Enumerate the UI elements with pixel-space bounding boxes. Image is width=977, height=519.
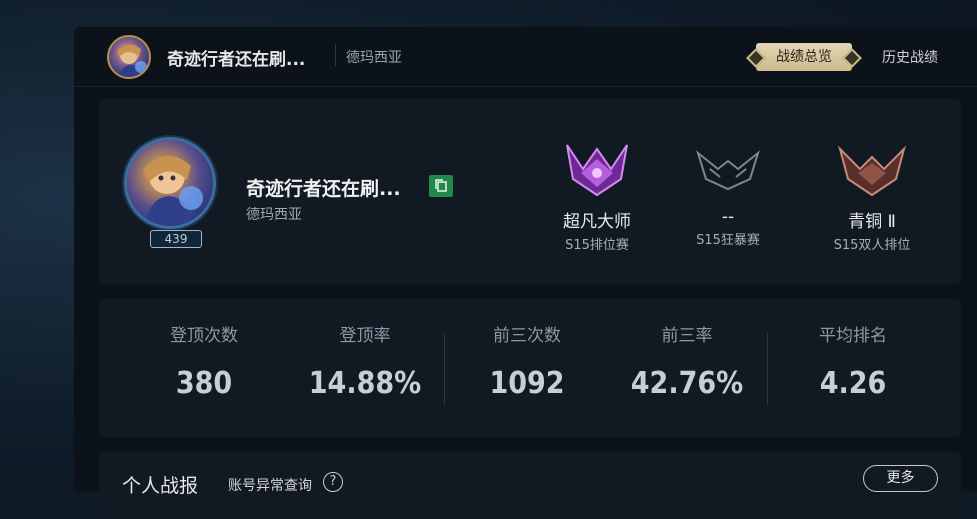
account-check-link[interactable]: 账号异常查询 bbox=[228, 475, 312, 495]
rank-solo-mode: S15排位赛 bbox=[565, 238, 629, 253]
bronze-emblem-icon bbox=[838, 145, 906, 197]
stat-divider bbox=[444, 333, 445, 405]
stat-value: 4.26 bbox=[819, 366, 887, 401]
profile-name: 奇迹行者还在刷... bbox=[246, 178, 401, 200]
report-title: 个人战报 bbox=[122, 475, 199, 497]
stat-value: 14.88% bbox=[308, 366, 422, 401]
stat-label: 前三率 bbox=[661, 326, 713, 346]
stat-top3-rate: 前三率 42.76% bbox=[617, 321, 757, 401]
stat-label: 登顶率 bbox=[339, 326, 391, 346]
stat-top3-count: 前三次数 1092 bbox=[457, 321, 597, 401]
rank-arena: -- S15狂暴赛 bbox=[668, 139, 788, 248]
rank-solo: 超凡大师 S15排位赛 bbox=[537, 139, 657, 253]
header-server: 德玛西亚 bbox=[346, 50, 402, 66]
profile-avatar[interactable] bbox=[124, 137, 216, 229]
report-card: 个人战报 账号异常查询 ? 更多 bbox=[99, 452, 961, 519]
stat-label: 登顶次数 bbox=[170, 326, 238, 346]
header-avatar[interactable] bbox=[107, 35, 151, 79]
tab-history[interactable]: 历史战绩 bbox=[882, 47, 938, 67]
stats-panel: 奇迹行者还在刷... 德玛西亚 战绩总览 历史战绩 439 奇迹行者还在刷...… bbox=[74, 27, 977, 519]
profile-server: 德玛西亚 bbox=[246, 207, 302, 223]
rank-solo-tier: 超凡大师 bbox=[563, 212, 631, 232]
stat-value: 42.76% bbox=[630, 366, 744, 401]
profile-card: 439 奇迹行者还在刷... 德玛西亚 超凡大师 S15排位赛 -- S15狂暴… bbox=[99, 99, 961, 284]
stat-label: 前三次数 bbox=[493, 326, 561, 346]
stats-card: 登顶次数 380 登顶率 14.88% 前三次数 1092 前三率 42.76%… bbox=[99, 299, 961, 437]
panel-header: 奇迹行者还在刷... 德玛西亚 战绩总览 历史战绩 bbox=[74, 27, 977, 87]
rank-duo-tier: 青铜 Ⅱ bbox=[848, 212, 896, 232]
copy-icon bbox=[435, 179, 447, 192]
header-summoner-name: 奇迹行者还在刷... bbox=[167, 50, 306, 70]
champion-portrait-icon bbox=[143, 155, 203, 226]
master-emblem-icon bbox=[566, 144, 628, 197]
stat-top1-rate: 登顶率 14.88% bbox=[295, 321, 435, 401]
rank-arena-tier: -- bbox=[721, 207, 735, 227]
more-button[interactable]: 更多 bbox=[863, 465, 938, 492]
help-icon[interactable]: ? bbox=[323, 472, 343, 492]
stat-label: 平均排名 bbox=[819, 326, 887, 346]
copy-name-button[interactable] bbox=[429, 175, 453, 197]
unranked-emblem-icon bbox=[696, 150, 760, 191]
rank-duo: 青铜 Ⅱ S15双人排位 bbox=[812, 139, 932, 253]
rank-arena-mode: S15狂暴赛 bbox=[696, 233, 760, 248]
tab-overview[interactable]: 战绩总览 bbox=[756, 43, 852, 71]
header-divider bbox=[335, 44, 336, 66]
stat-divider bbox=[767, 333, 768, 405]
rank-duo-mode: S15双人排位 bbox=[833, 238, 911, 253]
level-badge: 439 bbox=[150, 230, 202, 248]
stat-avg-rank: 平均排名 4.26 bbox=[783, 321, 923, 401]
champion-portrait-icon bbox=[117, 44, 147, 77]
stat-value: 1092 bbox=[489, 366, 565, 401]
stat-value: 380 bbox=[175, 366, 233, 401]
stat-top1-count: 登顶次数 380 bbox=[134, 321, 274, 401]
